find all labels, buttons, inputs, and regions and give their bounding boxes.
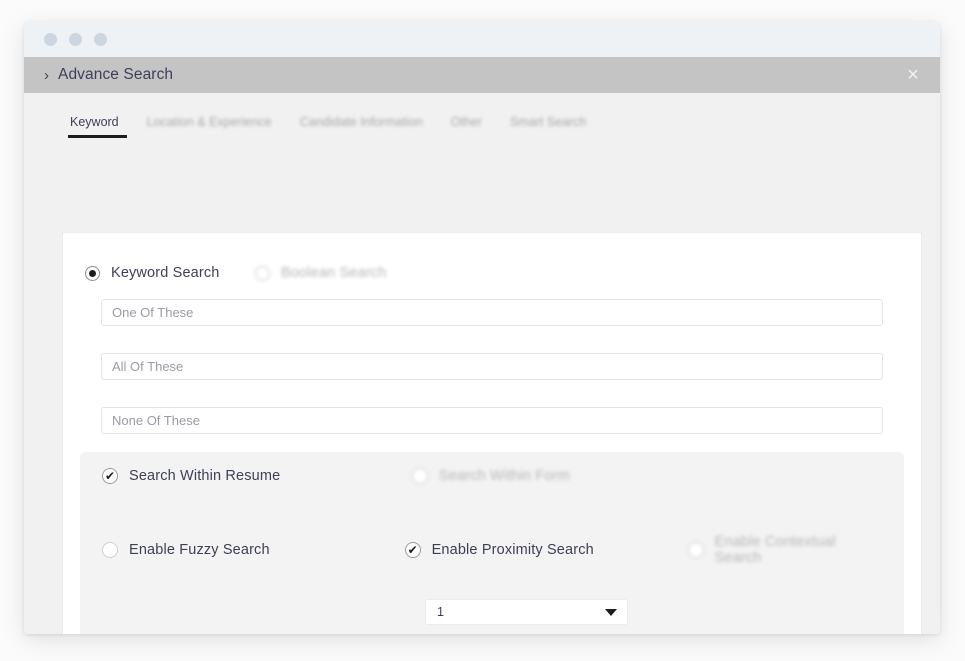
checkbox-empty-icon[interactable] [102,542,118,558]
keyword-fields [63,281,921,434]
chevron-right-icon: › [44,66,49,84]
modal-header: › Advance Search × [24,57,940,93]
check-icon[interactable]: ✔ [102,468,118,484]
tab-bar: Keyword Location & Experience Candidate … [24,93,940,138]
proximity-distance-value: 1 [437,605,444,619]
radio-keyword-search-label: Keyword Search [111,265,220,281]
keyword-tab-panel: Keyword Search Boolean Search ✔ Sear [62,232,922,634]
chevron-down-icon[interactable] [605,608,617,616]
checkbox-enable-contextual-search[interactable]: Enable Contextual Search [687,534,882,566]
radio-boolean-search-icon[interactable] [255,265,270,281]
radio-boolean-search[interactable]: Boolean Search [255,265,386,281]
proximity-distance-select[interactable]: 1 [425,599,628,625]
search-options-panel: ✔ Search Within Resume Search Within For… [80,452,904,634]
search-options-row-2: Enable Fuzzy Search ✔ Enable Proximity S… [80,484,904,566]
checkbox-search-within-form[interactable]: Search Within Form [412,468,570,484]
close-icon[interactable]: × [886,57,940,93]
modal-title-wrap: › Advance Search [44,66,173,84]
modal-body: Keyword Location & Experience Candidate … [24,93,940,634]
tab-keyword[interactable]: Keyword [62,115,133,138]
checkbox-empty-icon[interactable] [412,468,428,484]
radio-boolean-search-label: Boolean Search [281,265,387,281]
page-title: Advance Search [58,66,174,83]
window-dot-maximize-icon[interactable] [94,32,107,46]
checkbox-empty-icon[interactable] [687,542,704,558]
tab-candidate-information[interactable]: Candidate Information [286,115,437,138]
window-dot-close-icon[interactable] [44,32,57,46]
radio-keyword-search[interactable]: Keyword Search [85,265,255,281]
check-icon[interactable]: ✔ [404,542,421,558]
none-of-these-input[interactable] [101,407,883,434]
checkbox-search-within-form-label: Search Within Form [439,468,570,484]
all-of-these-input[interactable] [101,353,883,380]
tab-smart-search[interactable]: Smart Search [496,115,600,138]
checkbox-enable-proximity-search-label: Enable Proximity Search [431,542,594,558]
checkbox-enable-contextual-search-label: Enable Contextual Search [714,534,836,566]
search-mode-group: Keyword Search Boolean Search [63,233,921,281]
app-window: › Advance Search × Keyword Location & Ex… [24,21,940,634]
checkbox-enable-proximity-search[interactable]: ✔ Enable Proximity Search [404,542,688,558]
window-titlebar [24,21,940,57]
window-dot-minimize-icon[interactable] [69,32,82,46]
checkbox-search-within-resume[interactable]: ✔ Search Within Resume [102,468,412,484]
radio-keyword-search-icon[interactable] [85,265,100,281]
checkbox-enable-fuzzy-search-label: Enable Fuzzy Search [129,542,270,558]
one-of-these-input[interactable] [101,299,883,326]
tab-other[interactable]: Other [437,115,496,138]
tab-location-experience[interactable]: Location & Experience [133,115,286,138]
search-options-row-1: ✔ Search Within Resume Search Within For… [80,452,904,484]
checkbox-search-within-resume-label: Search Within Resume [129,468,281,484]
checkbox-enable-fuzzy-search[interactable]: Enable Fuzzy Search [102,542,405,558]
